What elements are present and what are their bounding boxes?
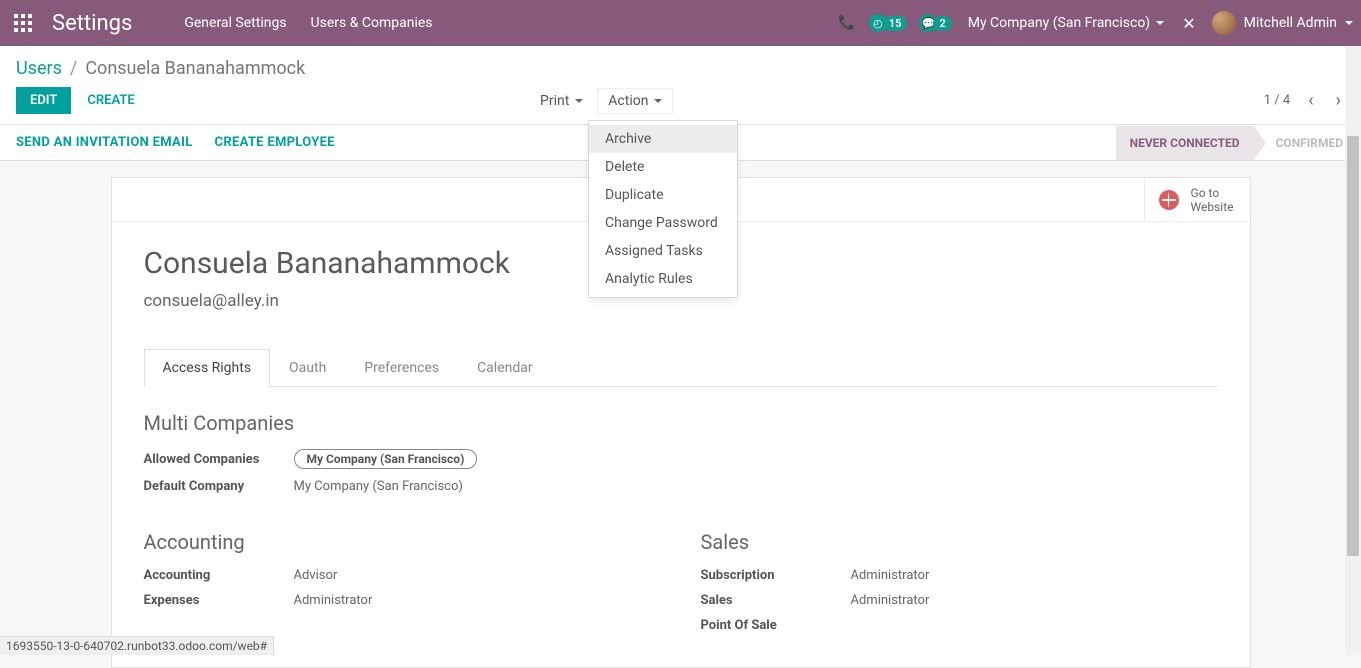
go-to-website-button[interactable]: Go to Website: [1144, 178, 1250, 222]
action-dropdown[interactable]: Action: [597, 88, 673, 114]
action-item-analytic-rules[interactable]: Analytic Rules: [589, 265, 737, 293]
field-sales: Sales Administrator: [701, 593, 1218, 608]
action-item-assigned-tasks[interactable]: Assigned Tasks: [589, 237, 737, 265]
status-confirmed[interactable]: CONFIRMED: [1254, 126, 1357, 160]
field-value: Administrator: [294, 593, 373, 608]
field-point-of-sale: Point Of Sale: [701, 618, 1218, 633]
company-tag[interactable]: My Company (San Francisco): [294, 449, 478, 469]
control-bar: EDIT CREATE Print Action 1 / 4 ‹ ›: [0, 83, 1361, 124]
studio-icon[interactable]: ✕: [1182, 14, 1195, 33]
chevron-down-icon: [575, 99, 583, 103]
scrollbar-thumb[interactable]: [1347, 136, 1359, 556]
tab-preferences[interactable]: Preferences: [345, 349, 458, 387]
status-bar-url: 1693550-13-0-640702.runbot33.odoo.com/we…: [0, 636, 274, 655]
action-label: Action: [608, 93, 648, 109]
create-button[interactable]: CREATE: [87, 93, 134, 108]
breadcrumb-separator: /: [70, 58, 77, 79]
breadcrumb-current: Consuela Bananahammock: [85, 58, 305, 79]
website-btn-line2: Website: [1191, 200, 1234, 214]
field-value: Administrator: [851, 593, 930, 608]
send-invitation-button[interactable]: SEND AN INVITATION EMAIL: [16, 135, 193, 150]
status-bar: NEVER CONNECTED CONFIRMED: [1116, 126, 1357, 160]
apps-menu-icon[interactable]: [8, 8, 38, 38]
chevron-down-icon: [654, 99, 662, 103]
accounting-section: Accounting Accounting Advisor Expenses A…: [144, 530, 661, 643]
field-accounting: Accounting Advisor: [144, 568, 661, 583]
scrollbar[interactable]: [1345, 46, 1361, 655]
user-menu[interactable]: Mitchell Admin: [1212, 11, 1353, 35]
tab-oauth[interactable]: Oauth: [270, 349, 345, 387]
action-item-change-password[interactable]: Change Password: [589, 209, 737, 237]
field-allowed-companies: Allowed Companies My Company (San Franci…: [144, 449, 1218, 469]
section-sales-title: Sales: [701, 530, 1218, 554]
field-label: Point Of Sale: [701, 618, 851, 633]
topbar: Settings General Settings Users & Compan…: [0, 0, 1361, 46]
print-label: Print: [540, 93, 569, 109]
globe-icon: [1159, 190, 1179, 210]
pager-prev[interactable]: ‹: [1304, 90, 1317, 111]
user-name: Mitchell Admin: [1244, 15, 1337, 31]
edit-button[interactable]: EDIT: [16, 87, 71, 114]
print-dropdown[interactable]: Print: [530, 89, 593, 113]
avatar: [1212, 11, 1236, 35]
tab-access-rights[interactable]: Access Rights: [144, 349, 271, 387]
tab-calendar[interactable]: Calendar: [458, 349, 552, 387]
default-company-link[interactable]: My Company (San Francisco): [294, 479, 463, 494]
field-label: Allowed Companies: [144, 452, 294, 467]
action-dropdown-menu: Archive Delete Duplicate Change Password…: [588, 120, 738, 298]
nav-users-companies[interactable]: Users & Companies: [299, 15, 445, 31]
action-item-archive[interactable]: Archive: [589, 125, 737, 153]
activities-count: 15: [883, 16, 908, 31]
nav-general-settings[interactable]: General Settings: [172, 15, 298, 31]
action-item-duplicate[interactable]: Duplicate: [589, 181, 737, 209]
company-selector[interactable]: My Company (San Francisco): [968, 15, 1164, 31]
field-label: Sales: [701, 593, 851, 608]
field-label: Subscription: [701, 568, 851, 583]
company-name: My Company (San Francisco): [968, 15, 1150, 31]
field-expenses: Expenses Administrator: [144, 593, 661, 608]
field-subscription: Subscription Administrator: [701, 568, 1218, 583]
field-label: Accounting: [144, 568, 294, 583]
field-label: Expenses: [144, 593, 294, 608]
field-default-company: Default Company My Company (San Francisc…: [144, 479, 1218, 494]
pager-next[interactable]: ›: [1332, 90, 1345, 111]
phone-icon[interactable]: 📞: [831, 7, 863, 39]
status-never-connected[interactable]: NEVER CONNECTED: [1116, 126, 1254, 160]
create-employee-button[interactable]: CREATE EMPLOYEE: [215, 135, 335, 150]
tabs: Access Rights Oauth Preferences Calendar: [144, 349, 1218, 387]
field-label: Default Company: [144, 479, 294, 494]
chevron-down-icon: [1345, 21, 1353, 25]
action-item-delete[interactable]: Delete: [589, 153, 737, 181]
field-value: Advisor: [294, 568, 338, 583]
breadcrumb: Users / Consuela Bananahammock: [0, 46, 1361, 83]
pager: 1 / 4 ‹ ›: [1264, 90, 1345, 111]
section-multi-companies: Multi Companies: [144, 411, 1218, 435]
pager-text: 1 / 4: [1264, 93, 1290, 108]
messages-count: 2: [933, 16, 951, 31]
chevron-down-icon: [1156, 21, 1164, 25]
sales-section: Sales Subscription Administrator Sales A…: [701, 530, 1218, 643]
field-value: Administrator: [851, 568, 930, 583]
activities-button[interactable]: ◴ 15: [869, 14, 908, 32]
website-btn-line1: Go to: [1191, 186, 1234, 200]
messages-button[interactable]: 💬 2: [919, 14, 951, 32]
app-title: Settings: [52, 11, 132, 36]
section-accounting-title: Accounting: [144, 530, 661, 554]
breadcrumb-root[interactable]: Users: [16, 58, 62, 79]
